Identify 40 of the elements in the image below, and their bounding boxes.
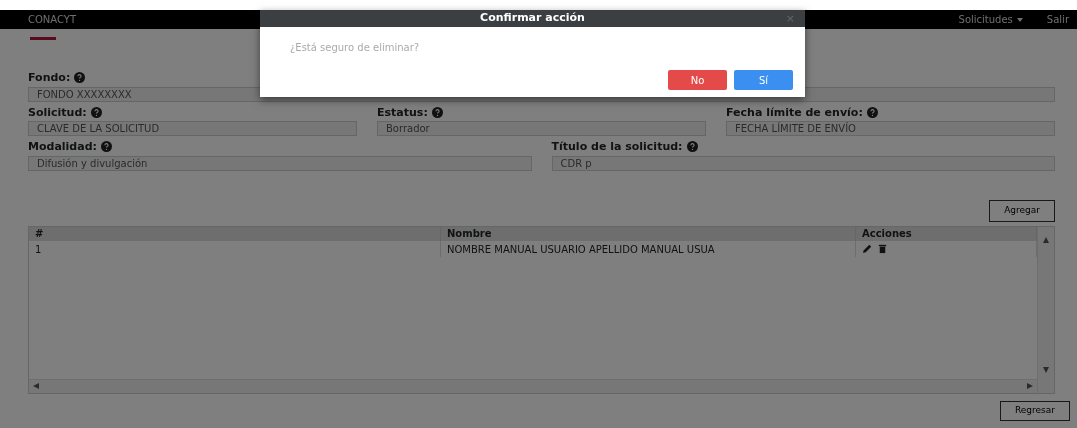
dialog-title: Confirmar acción bbox=[480, 10, 585, 27]
text-field[interactable]: Difusión y divulgación bbox=[28, 155, 532, 171]
scroll-down-icon[interactable] bbox=[1043, 366, 1049, 373]
text-field[interactable]: FECHA LÍMITE DE ENVÍO bbox=[726, 121, 1055, 136]
field-label: Modalidad: bbox=[28, 140, 97, 153]
caret-icon bbox=[1016, 17, 1023, 22]
help-icon[interactable] bbox=[431, 106, 443, 118]
field-label: Estatus: bbox=[377, 105, 428, 119]
scroll-right-icon[interactable] bbox=[1027, 383, 1033, 389]
help-icon[interactable] bbox=[100, 141, 112, 152]
yes-button[interactable]: Sí bbox=[734, 70, 793, 90]
field-label: Fecha límite de envío: bbox=[726, 105, 863, 119]
table-cell: NOMBRE MANUAL USUARIO APELLIDO MANUAL USUA bbox=[447, 243, 715, 255]
help-icon[interactable] bbox=[90, 106, 102, 118]
back-button[interactable]: Regresar bbox=[999, 400, 1070, 421]
text-field[interactable]: Borrador bbox=[377, 121, 706, 136]
nav-link-item[interactable]: Salir bbox=[1046, 12, 1069, 27]
dialog-message: ¿Está seguro de eliminar? bbox=[290, 42, 420, 53]
horizontal-scrollbar[interactable] bbox=[29, 378, 1037, 393]
pencil-icon[interactable] bbox=[862, 243, 873, 254]
vertical-scrollbar[interactable] bbox=[1037, 226, 1054, 393]
text-field[interactable]: CDR p bbox=[551, 155, 1055, 171]
scroll-left-icon[interactable] bbox=[33, 383, 39, 389]
help-icon[interactable] bbox=[74, 72, 86, 83]
text-field[interactable]: CLAVE DE LA SOLICITUD bbox=[28, 121, 357, 136]
scroll-up-icon[interactable] bbox=[1043, 236, 1049, 243]
nav-link-item[interactable]: Solicitudes bbox=[958, 12, 1023, 27]
field-label: Fondo: bbox=[28, 71, 71, 84]
table-cell: 1 bbox=[35, 243, 42, 255]
help-icon[interactable] bbox=[686, 141, 698, 152]
trash-icon[interactable] bbox=[877, 243, 888, 254]
help-icon[interactable] bbox=[866, 106, 878, 118]
column-header[interactable]: Nombre bbox=[447, 227, 492, 239]
no-button[interactable]: No bbox=[668, 70, 727, 90]
close-button[interactable]: × bbox=[785, 10, 795, 27]
field-label: Solicitud: bbox=[28, 105, 87, 119]
column-header[interactable]: # bbox=[35, 227, 44, 239]
brand-logo[interactable]: CONACYT bbox=[28, 12, 77, 27]
add-button[interactable]: Agregar bbox=[989, 199, 1055, 222]
field-label: Título de la solicitud: bbox=[551, 140, 683, 153]
